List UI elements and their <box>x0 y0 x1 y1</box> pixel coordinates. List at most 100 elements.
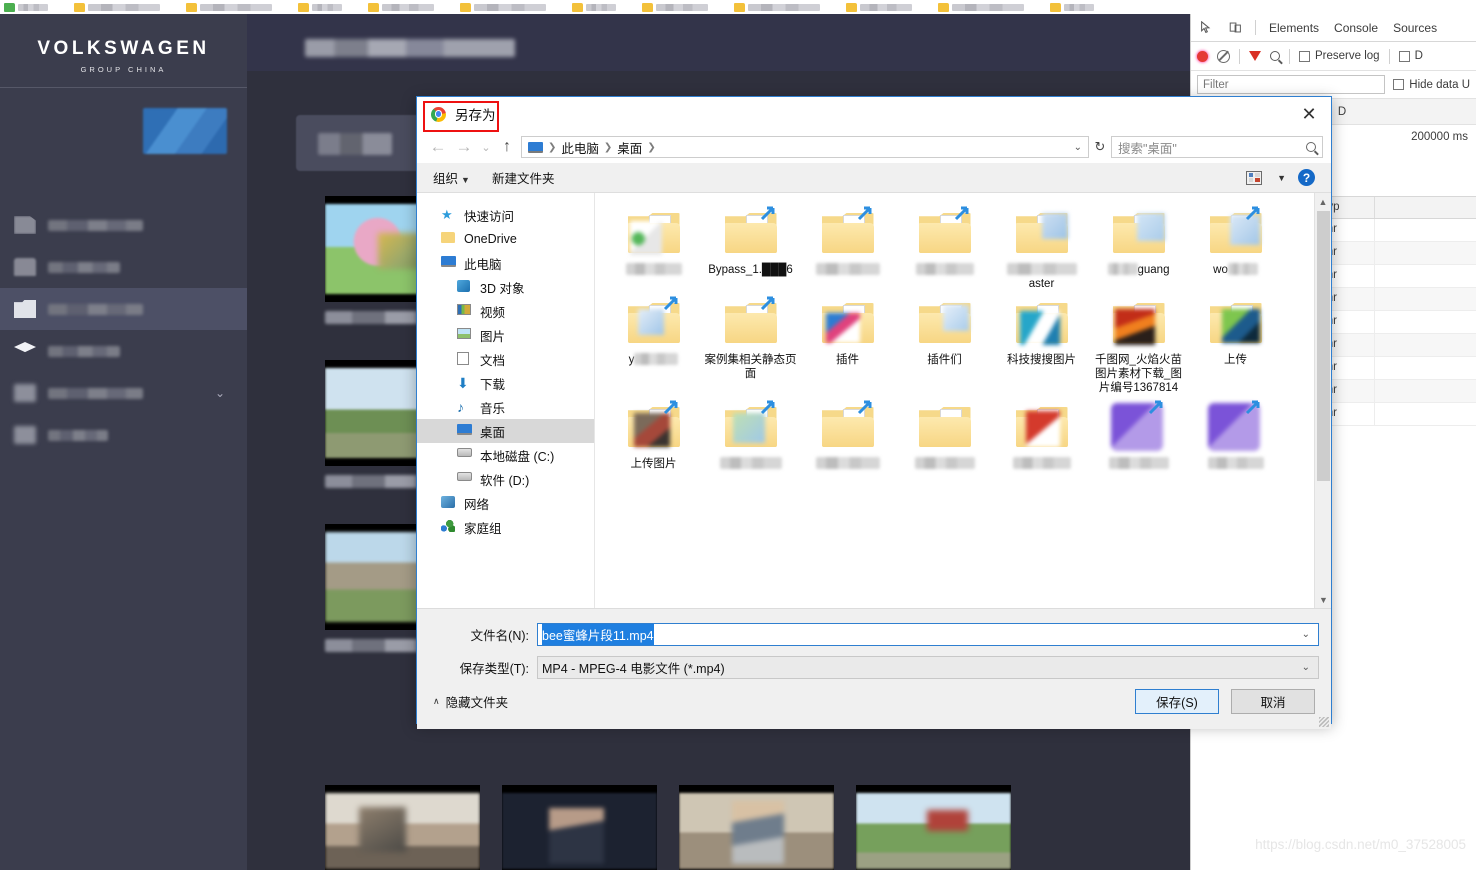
breadcrumb-part-desktop[interactable]: 桌面 <box>617 138 642 157</box>
up-icon[interactable]: ↑ <box>495 138 519 156</box>
file-item[interactable]: y <box>605 291 702 395</box>
file-item[interactable] <box>1187 395 1284 471</box>
chevron-down-icon[interactable]: ⌄ <box>1302 662 1314 673</box>
clear-icon[interactable] <box>1217 49 1230 63</box>
record-icon[interactable] <box>1197 50 1208 62</box>
bookmark-item[interactable] <box>460 2 546 12</box>
help-icon[interactable]: ? <box>1298 169 1315 186</box>
checkbox-box[interactable] <box>1299 50 1310 62</box>
organize-button[interactable]: 组织 ▼ <box>433 168 470 187</box>
video-thumbnail[interactable] <box>502 785 657 870</box>
hide-data-urls-checkbox[interactable]: Hide data U <box>1393 79 1470 91</box>
tree-item-network[interactable]: 网络 <box>417 491 594 515</box>
bookmark-item[interactable] <box>846 2 912 12</box>
file-item[interactable]: 科技搜搜图片 <box>993 291 1090 395</box>
resize-grip-icon[interactable] <box>1319 717 1329 727</box>
close-icon[interactable]: ✕ <box>1295 101 1323 127</box>
view-mode-icon[interactable] <box>1246 170 1263 185</box>
file-item[interactable]: wo <box>1187 201 1284 291</box>
tree-item-this-pc[interactable]: 此电脑 <box>417 251 594 275</box>
search-input[interactable]: 搜索"桌面" <box>1111 136 1323 158</box>
file-item[interactable] <box>605 201 702 291</box>
file-item[interactable]: aster <box>993 201 1090 291</box>
chevron-down-icon[interactable]: ⌄ <box>1074 142 1082 153</box>
tab-elements[interactable]: Elements <box>1267 21 1321 35</box>
filename-input[interactable]: bee蜜蜂片段11.mp4 ⌄ <box>537 623 1319 646</box>
tree-item-pictures[interactable]: 图片 <box>417 323 594 347</box>
video-thumbnail[interactable] <box>325 785 480 870</box>
video-thumbnail[interactable] <box>856 785 1011 870</box>
search-icon[interactable] <box>1306 142 1316 152</box>
sidebar-item-5[interactable]: ⌄ <box>0 372 247 414</box>
sidebar-item-6[interactable] <box>0 414 247 456</box>
new-folder-button[interactable]: 新建文件夹 <box>492 168 555 187</box>
chevron-down-icon[interactable]: ▼ <box>1277 173 1286 183</box>
tab-sources[interactable]: Sources <box>1391 21 1439 35</box>
dialog-titlebar[interactable]: 另存为 ✕ <box>417 97 1331 132</box>
file-item[interactable]: Bypass_1.███6 <box>702 201 799 291</box>
file-item[interactable]: 上传 <box>1187 291 1284 395</box>
tree-item-local-disk-c[interactable]: 本地磁盘 (C:) <box>417 443 594 467</box>
sidebar-item-4[interactable] <box>0 330 247 372</box>
file-item[interactable] <box>799 201 896 291</box>
video-thumbnail[interactable] <box>679 785 834 870</box>
back-icon[interactable]: ← <box>425 137 451 157</box>
search-icon[interactable] <box>1270 51 1280 61</box>
scrollbar-thumb[interactable] <box>1317 211 1330 481</box>
sidebar-item-2[interactable] <box>0 246 247 288</box>
sidebar-item-3[interactable] <box>0 288 247 330</box>
file-item[interactable] <box>896 395 993 471</box>
file-item[interactable]: 插件们 <box>896 291 993 395</box>
file-item[interactable]: guang <box>1090 201 1187 291</box>
hide-folders-toggle[interactable]: ∧ 隐藏文件夹 <box>433 692 508 711</box>
bookmark-item[interactable] <box>74 2 160 12</box>
file-grid-scrollbar[interactable]: ▲ ▼ <box>1314 193 1331 608</box>
checkbox-box[interactable] <box>1398 50 1410 62</box>
scroll-down-icon[interactable]: ▼ <box>1315 591 1331 608</box>
tree-item-onedrive[interactable]: OneDrive <box>417 227 594 251</box>
bookmark-item[interactable] <box>298 2 342 12</box>
scroll-up-icon[interactable]: ▲ <box>1315 193 1331 210</box>
tree-item-3d-objects[interactable]: 3D 对象 <box>417 275 594 299</box>
chevron-down-icon[interactable]: ⌄ <box>1302 629 1314 640</box>
tree-item-music[interactable]: ♪ 音乐 <box>417 395 594 419</box>
file-item[interactable]: 千图网_火焰火苗图片素材下载_图片编号1367814 <box>1090 291 1187 395</box>
filetype-select[interactable]: MP4 - MPEG-4 电影文件 (*.mp4) ⌄ <box>537 656 1319 679</box>
bookmark-item[interactable] <box>368 2 434 12</box>
filter-input[interactable]: Filter <box>1197 75 1386 94</box>
breadcrumb[interactable]: ❯ 此电脑 ❯ 桌面 ❯ ⌄ <box>521 136 1089 158</box>
bookmark-item[interactable] <box>642 2 708 12</box>
file-item[interactable] <box>993 395 1090 471</box>
file-item[interactable] <box>799 395 896 471</box>
tree-item-downloads[interactable]: ⬇ 下载 <box>417 371 594 395</box>
chevron-down-icon[interactable]: ⌄ <box>215 386 225 400</box>
file-item[interactable] <box>702 395 799 471</box>
refresh-icon[interactable]: ↻ <box>1089 139 1111 155</box>
recent-locations-icon[interactable]: ⌄ <box>477 141 495 154</box>
tree-item-homegroup[interactable]: 家庭组 <box>417 515 594 539</box>
type-filter-doc[interactable]: D <box>1338 106 1346 118</box>
bookmark-item[interactable] <box>938 2 1024 12</box>
preserve-log-checkbox[interactable]: Preserve log <box>1299 50 1380 62</box>
bookmark-item[interactable] <box>186 2 272 12</box>
cancel-button[interactable]: 取消 <box>1231 689 1315 714</box>
forward-icon[interactable]: → <box>451 137 477 157</box>
sidebar-item-1[interactable] <box>0 204 247 246</box>
tree-item-videos[interactable]: 视频 <box>417 299 594 323</box>
bookmarks-bar[interactable] <box>0 0 1476 14</box>
file-item[interactable]: 案例集相关静态页面 <box>702 291 799 395</box>
bookmark-item[interactable] <box>1050 2 1094 12</box>
file-item[interactable] <box>896 201 993 291</box>
device-toolbar-icon[interactable] <box>1226 19 1244 37</box>
disable-cache-checkbox[interactable]: D <box>1398 50 1423 62</box>
file-item[interactable]: 上传图片 <box>605 395 702 471</box>
tree-item-desktop[interactable]: 桌面 <box>417 419 594 443</box>
inspect-element-icon[interactable] <box>1197 19 1215 37</box>
tree-item-quick-access[interactable]: ★ 快速访问 <box>417 203 594 227</box>
file-grid-area[interactable]: Bypass_1.███6 aster guang wo y 案例集相关静态页面… <box>595 193 1331 608</box>
filter-icon[interactable] <box>1249 51 1261 61</box>
breadcrumb-part-this-pc[interactable]: 此电脑 <box>561 138 599 157</box>
file-item[interactable]: 插件 <box>799 291 896 395</box>
bookmark-item[interactable] <box>4 2 48 12</box>
checkbox-box[interactable] <box>1393 79 1405 90</box>
